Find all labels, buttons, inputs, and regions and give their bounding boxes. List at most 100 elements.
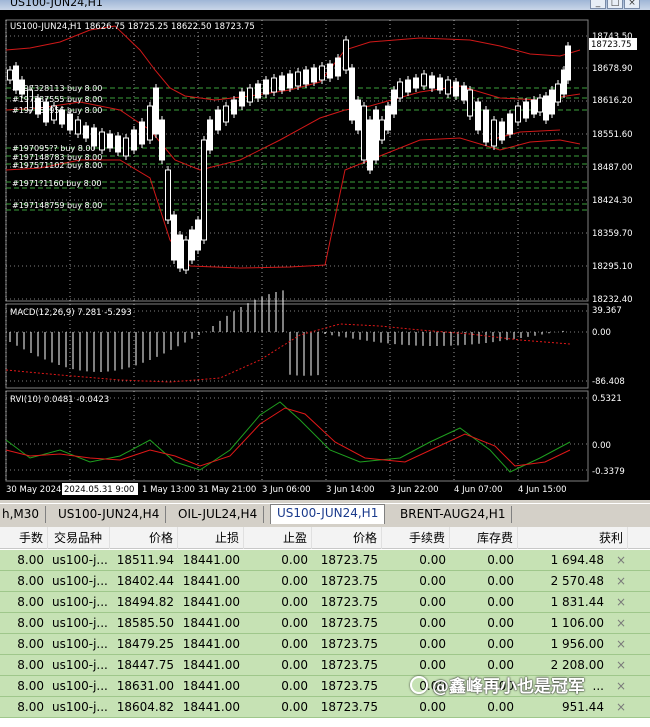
th-symbol[interactable]: 交易品种: [48, 527, 110, 549]
table-row[interactable]: 8.00 us100-j... 18585.50 18441.00 0.00 18723.…: [0, 613, 650, 634]
tab-0[interactable]: h,M30: [0, 506, 47, 523]
candle-body: [255, 83, 261, 99]
th-tp[interactable]: 止盈: [244, 527, 312, 549]
cell-fee: 0.00: [419, 553, 446, 567]
candle-body: [405, 79, 411, 93]
cell-symbol: us100-j...: [52, 616, 108, 630]
candle-body: [565, 45, 571, 81]
cell-symbol: us100-j...: [52, 553, 108, 567]
chart-area[interactable]: US100-JUN24,H1 18626.75 18725.25 18622.5…: [0, 10, 650, 500]
rvi-main-line: [5, 401, 571, 473]
chart-canvas[interactable]: US100-JUN24,H1 18626.75 18725.25 18622.5…: [0, 10, 650, 500]
cell-lots: 8.00: [17, 616, 44, 630]
table-row[interactable]: 8.00 us100-j... 18604.82 18441.00 0.00 18723.…: [0, 697, 650, 718]
candle-body: [491, 119, 497, 147]
cell-profit: 1 694.48: [550, 553, 604, 567]
minimize-button[interactable]: _: [590, 0, 606, 9]
candle-body: [373, 109, 379, 161]
close-order-icon[interactable]: ×: [616, 613, 626, 634]
candle-body: [523, 101, 529, 119]
cell-fee: 0.00: [419, 595, 446, 609]
rvi-axis-label: 0.00: [592, 441, 611, 451]
tab-2[interactable]: OIL-JUL24,H4: [172, 506, 265, 523]
cell-open: 18511.94: [116, 553, 174, 567]
close-order-icon[interactable]: ×: [616, 550, 626, 571]
cell-lots: 8.00: [17, 637, 44, 651]
candle-body: [531, 99, 537, 115]
candle-body: [391, 89, 397, 115]
th-profit[interactable]: 获利: [518, 527, 628, 549]
close-order-icon[interactable]: ×: [616, 592, 626, 613]
cell-tp: 0.00: [281, 553, 308, 567]
cell-sl: 18441.00: [182, 679, 240, 693]
price-axis-label: 18678.90: [592, 64, 633, 74]
candle-body: [147, 105, 153, 141]
close-button[interactable]: ×: [624, 0, 640, 9]
th-price[interactable]: 价格: [312, 527, 382, 549]
cell-price: 18723.75: [320, 553, 378, 567]
candle-body: [239, 91, 245, 107]
cell-tp: 0.00: [281, 574, 308, 588]
candle-body: [437, 77, 443, 91]
macd-axis-label: 0.00: [592, 328, 611, 338]
cell-tp: 0.00: [281, 700, 308, 714]
candle-body: [195, 219, 201, 251]
cell-sl: 18441.00: [182, 574, 240, 588]
chart-tabs: h,M30 US100-JUN24,H4 OIL-JUL24,H4 US100-…: [0, 503, 650, 524]
candle-body: [555, 83, 561, 103]
macd-signal-line: [5, 323, 571, 383]
table-row[interactable]: 8.00 us100-j... 18479.25 18441.00 0.00 18723.…: [0, 634, 650, 655]
th-swap[interactable]: 库存费: [450, 527, 518, 549]
candle-body: [397, 81, 403, 99]
cell-symbol: us100-j...: [52, 658, 108, 672]
candle-body: [107, 133, 113, 149]
candle-body: [201, 139, 207, 241]
close-order-icon[interactable]: ×: [616, 676, 626, 697]
tab-1[interactable]: US100-JUN24,H4: [52, 506, 167, 523]
cell-tp: 0.00: [281, 616, 308, 630]
cell-fee: 0.00: [419, 616, 446, 630]
table-row[interactable]: 8.00 us100-j... 18402.44 18441.00 0.00 18723.…: [0, 571, 650, 592]
candle-body: [335, 57, 341, 77]
maximize-button[interactable]: □: [607, 0, 623, 9]
th-sl[interactable]: 止损: [178, 527, 244, 549]
candle-body: [549, 89, 555, 115]
cell-open: 18447.75: [116, 658, 174, 672]
candle-body: [131, 129, 137, 151]
th-lots[interactable]: 手数: [0, 527, 48, 549]
rvi-axis-label: -0.3379: [592, 467, 625, 477]
candle-body: [421, 73, 427, 87]
candle-body: [515, 105, 521, 123]
th-fee[interactable]: 手续费: [382, 527, 450, 549]
price-axis-label: 18295.10: [592, 262, 633, 272]
candle-body: [83, 125, 89, 139]
watermark-text: @鑫峰再小也是冠军: [432, 677, 585, 697]
candle-body: [413, 77, 419, 89]
current-price-tag: 18723.75: [591, 40, 632, 50]
order-label: #197148759 buy 8.00: [12, 201, 102, 210]
tab-4[interactable]: BRENT-AUG24,H1: [394, 506, 513, 523]
cell-profit: 1 831.44: [550, 595, 604, 609]
price-axis-label: 18424.30: [592, 196, 633, 206]
table-row[interactable]: 8.00 us100-j... 18511.94 18441.00 0.00 18723.…: [0, 550, 650, 571]
candle-body: [207, 119, 213, 151]
cell-open: 18604.82: [116, 700, 174, 714]
close-order-icon[interactable]: ×: [616, 655, 626, 676]
th-open[interactable]: 价格: [110, 527, 178, 549]
candle-body: [507, 113, 513, 135]
cell-open: 18402.44: [116, 574, 174, 588]
candle-body: [271, 77, 277, 93]
table-row[interactable]: 8.00 us100-j... 18494.82 18441.00 0.00 18723.…: [0, 592, 650, 613]
cell-swap: 0.00: [487, 574, 514, 588]
candle-body: [287, 73, 293, 89]
candle-body: [223, 105, 229, 123]
close-order-icon[interactable]: ×: [616, 571, 626, 592]
macd-label: MACD(12,26,9) 7.281 -5.293: [10, 308, 132, 318]
tab-3[interactable]: US100-JUN24,H1: [270, 504, 386, 524]
order-label: #197328113 buy 8.00: [12, 84, 102, 93]
candle-body: [177, 234, 183, 269]
close-order-icon[interactable]: ×: [616, 634, 626, 655]
close-order-icon[interactable]: ×: [616, 697, 626, 718]
time-axis-label: 31 May 21:00: [198, 485, 256, 495]
candle-body: [247, 87, 253, 103]
